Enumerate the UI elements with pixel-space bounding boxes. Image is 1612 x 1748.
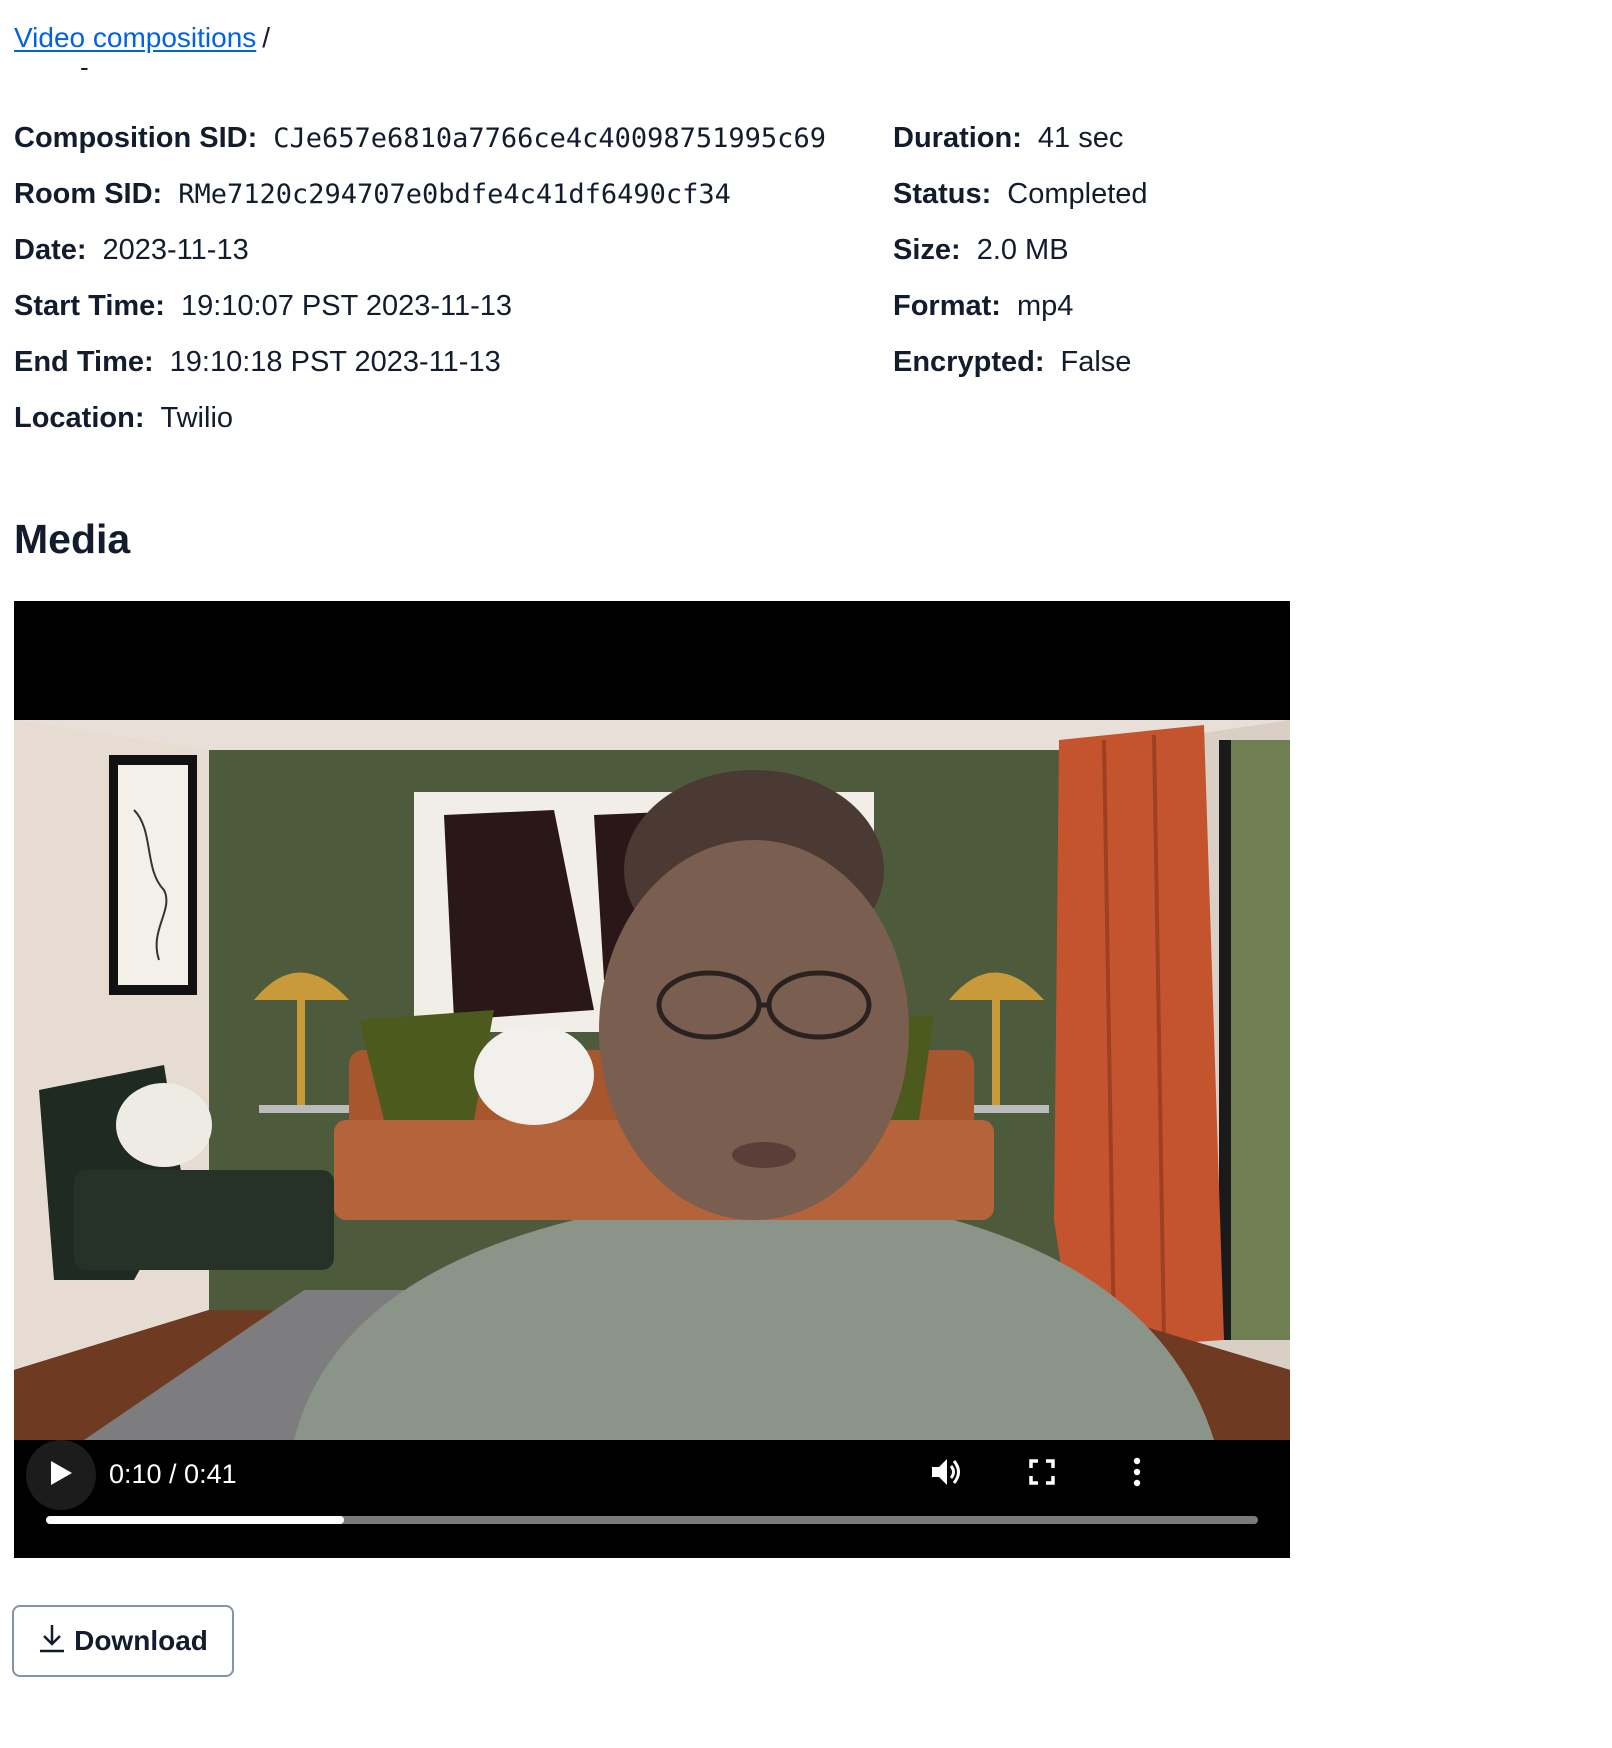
video-player[interactable]: 0:10 / 0:41 xyxy=(14,601,1290,1558)
download-button[interactable]: Download xyxy=(12,1605,234,1677)
detail-date: Date: 2023-11-13 xyxy=(14,222,826,278)
breadcrumb-link-video-compositions[interactable]: Video compositions xyxy=(14,22,256,53)
breadcrumb-separator: / xyxy=(262,22,271,53)
detail-value: Completed xyxy=(1007,177,1148,210)
detail-label: End Time: xyxy=(14,345,154,378)
detail-value: 2.0 MB xyxy=(976,233,1069,266)
time-display: 0:10 / 0:41 xyxy=(109,1459,237,1489)
detail-format: Format: mp4 xyxy=(893,278,1148,334)
detail-label: Size: xyxy=(893,233,961,266)
progress-bar[interactable] xyxy=(46,1516,1258,1524)
composition-detail-page: Video compositions / - Composition SID: C… xyxy=(0,0,1612,1748)
play-icon xyxy=(48,1459,74,1492)
download-label: Download xyxy=(74,1625,208,1656)
detail-label: Duration: xyxy=(893,121,1022,154)
video-frame-image xyxy=(14,720,1290,1440)
progress-fill xyxy=(46,1516,345,1524)
detail-label: Format: xyxy=(893,289,1001,322)
video-frame[interactable] xyxy=(14,720,1290,1440)
detail-encrypted: Encrypted: False xyxy=(893,334,1148,390)
fullscreen-button[interactable] xyxy=(1020,1452,1064,1496)
detail-location: Location: Twilio xyxy=(14,390,826,446)
more-options-icon xyxy=(1132,1457,1142,1492)
detail-label: Start Time: xyxy=(14,289,165,322)
detail-value: 19:10:18 PST 2023-11-13 xyxy=(169,345,501,378)
detail-end-time: End Time: 19:10:18 PST 2023-11-13 xyxy=(14,334,826,390)
fullscreen-icon xyxy=(1028,1458,1056,1491)
detail-value: 19:10:07 PST 2023-11-13 xyxy=(180,289,513,322)
detail-label: Location: xyxy=(14,401,145,434)
detail-duration: Duration: 41 sec xyxy=(893,110,1148,166)
detail-label: Room SID: xyxy=(14,177,163,210)
detail-status: Status: Completed xyxy=(893,166,1148,222)
detail-value: Twilio xyxy=(160,401,234,434)
detail-value: RMe7120c294707e0bdfe4c41df6490cf34 xyxy=(178,178,731,210)
media-heading: Media xyxy=(14,516,131,562)
detail-value: False xyxy=(1060,345,1132,378)
volume-icon xyxy=(930,1456,964,1493)
more-options-button[interactable] xyxy=(1115,1452,1159,1496)
volume-button[interactable] xyxy=(925,1452,969,1496)
breadcrumb-current: - xyxy=(80,52,89,82)
detail-room-sid: Room SID: RMe7120c294707e0bdfe4c41df6490… xyxy=(14,166,826,222)
detail-composition-sid: Composition SID: CJe657e6810a7766ce4c400… xyxy=(14,110,826,166)
detail-start-time: Start Time: 19:10:07 PST 2023-11-13 xyxy=(14,278,826,334)
detail-value: CJe657e6810a7766ce4c40098751995c69 xyxy=(273,122,826,154)
detail-value: mp4 xyxy=(1016,289,1074,322)
detail-value: 2023-11-13 xyxy=(102,233,249,266)
details-left-column: Composition SID: CJe657e6810a7766ce4c400… xyxy=(14,110,826,446)
breadcrumb: Video compositions / xyxy=(14,18,270,58)
detail-size: Size: 2.0 MB xyxy=(893,222,1148,278)
details-right-column: Duration: 41 sec Status: Completed Size:… xyxy=(893,110,1148,390)
detail-label: Date: xyxy=(14,233,87,266)
download-icon xyxy=(38,1623,66,1660)
player-controls: 0:10 / 0:41 xyxy=(14,1440,1290,1558)
detail-value: 41 sec xyxy=(1037,121,1124,154)
detail-label: Status: xyxy=(893,177,992,210)
detail-label: Encrypted: xyxy=(893,345,1045,378)
detail-label: Composition SID: xyxy=(14,121,258,154)
play-button[interactable] xyxy=(26,1440,96,1510)
